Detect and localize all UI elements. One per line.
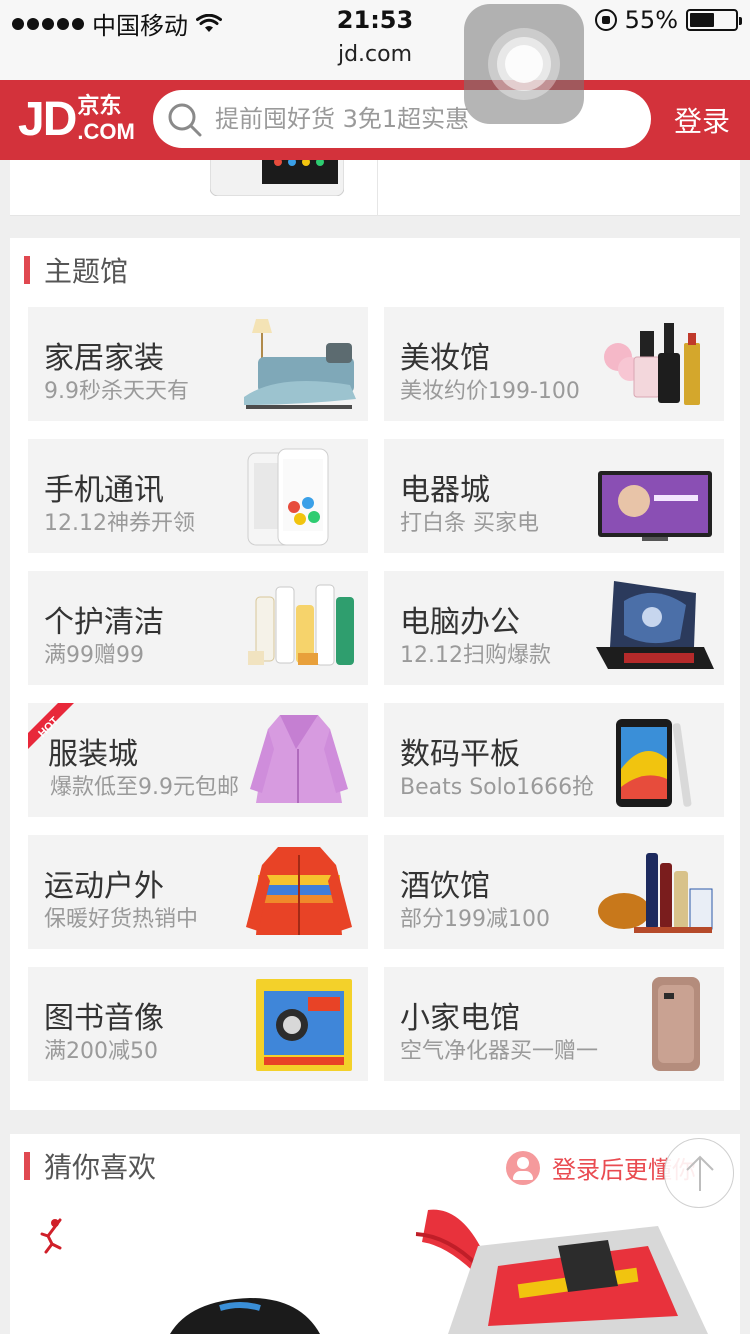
liquor-icon bbox=[598, 853, 713, 933]
theme-tile-beauty[interactable]: 美妆馆 美妆约价199-100 bbox=[384, 307, 724, 421]
tile-subtitle: 美妆约价199-100 bbox=[400, 379, 580, 404]
tile-title: 美妆馆 bbox=[400, 341, 490, 376]
theme-tile-small-appliances[interactable]: 小家电馆 空气净化器买一赠一 bbox=[384, 967, 724, 1081]
smartphone-icon bbox=[247, 448, 329, 546]
winged-shoe-product-image[interactable] bbox=[408, 1206, 728, 1334]
theme-tile-personal-care[interactable]: 个护清洁 满99赠99 bbox=[28, 571, 368, 685]
coat-icon bbox=[250, 715, 348, 803]
logo-text: JD bbox=[18, 93, 77, 146]
assistive-touch-button[interactable] bbox=[464, 4, 584, 124]
tile-subtitle: 满200减50 bbox=[44, 1039, 158, 1064]
theme-tile-clothing[interactable]: HOT 服装城 爆款低至9.9元包邮 bbox=[28, 703, 368, 817]
tile-subtitle: 爆款低至9.9元包邮 bbox=[50, 775, 239, 800]
site-header: JD 京东 .COM 登录 bbox=[0, 80, 750, 160]
down-jacket-icon bbox=[246, 847, 352, 935]
logo-chinese: 京东 bbox=[77, 94, 122, 119]
tile-subtitle: 满99赠99 bbox=[44, 643, 144, 668]
tile-title: 服装城 bbox=[48, 737, 138, 772]
tile-subtitle: 9.9秒杀天天有 bbox=[44, 379, 189, 404]
search-icon bbox=[168, 103, 202, 137]
guess-you-like-section: 猜你喜欢 登录后更懂你 bbox=[10, 1134, 740, 1334]
arrow-up-icon bbox=[686, 1155, 714, 1191]
section-title: 猜你喜欢 bbox=[24, 1148, 156, 1184]
tile-title: 电器城 bbox=[400, 473, 490, 508]
sneaker-product-image[interactable] bbox=[160, 1294, 330, 1334]
theme-tile-sports[interactable]: 运动户外 保暖好货热销中 bbox=[28, 835, 368, 949]
shampoo-icon bbox=[248, 584, 354, 666]
status-right: 55% bbox=[594, 6, 742, 34]
tile-title: 电脑办公 bbox=[400, 605, 520, 640]
tile-title: 数码平板 bbox=[400, 737, 520, 772]
section-title: 主题馆 bbox=[24, 252, 128, 288]
tile-title: 家居家装 bbox=[44, 341, 164, 376]
tile-subtitle: 保暖好货热销中 bbox=[44, 907, 199, 932]
guess-section-title: 猜你喜欢 bbox=[44, 1151, 157, 1184]
book-icon bbox=[256, 979, 352, 1071]
tile-title: 小家电馆 bbox=[400, 1001, 520, 1036]
address-bar-url[interactable]: jd.com bbox=[0, 42, 750, 67]
theme-tile-digital[interactable]: 数码平板 Beats Solo1666抢 bbox=[384, 703, 724, 817]
laptop-icon bbox=[596, 581, 714, 669]
tile-title: 个护清洁 bbox=[44, 605, 164, 640]
rotation-lock-icon bbox=[594, 9, 617, 31]
tile-title: 图书音像 bbox=[44, 1001, 164, 1036]
tile-title: 手机通讯 bbox=[44, 473, 164, 508]
title-accent-bar bbox=[24, 256, 30, 284]
back-to-top-button[interactable] bbox=[664, 1138, 734, 1208]
jordan-logo-icon bbox=[40, 1218, 62, 1254]
tile-subtitle: 打白条 买家电 bbox=[400, 511, 539, 536]
tile-title: 运动户外 bbox=[44, 869, 164, 904]
login-button[interactable]: 登录 bbox=[674, 100, 730, 140]
theme-tile-liquor[interactable]: 酒饮馆 部分199减100 bbox=[384, 835, 724, 949]
theme-tile-computer[interactable]: 电脑办公 12.12扫购爆款 bbox=[384, 571, 724, 685]
theme-section-title: 主题馆 bbox=[44, 255, 129, 288]
tile-subtitle: 部分199减100 bbox=[400, 907, 550, 932]
theme-tile-mobile[interactable]: 手机通讯 12.12神券开领 bbox=[28, 439, 368, 553]
tile-title: 酒饮馆 bbox=[400, 869, 490, 904]
cosmetics-icon bbox=[604, 323, 700, 405]
status-bar: 中国移动 21:53 jd.com 55% bbox=[0, 0, 750, 80]
air-purifier-icon bbox=[652, 977, 700, 1071]
battery-percent: 55% bbox=[624, 6, 678, 34]
theme-tile-books[interactable]: 图书音像 满200减50 bbox=[28, 967, 368, 1081]
tile-subtitle: Beats Solo1666抢 bbox=[400, 775, 595, 800]
television-icon bbox=[598, 471, 712, 541]
logo-domain: .COM bbox=[77, 119, 135, 144]
theme-tile-appliances[interactable]: 电器城 打白条 买家电 bbox=[384, 439, 724, 553]
title-accent-bar bbox=[24, 1152, 30, 1180]
tile-subtitle: 空气净化器买一赠一 bbox=[400, 1039, 599, 1064]
jd-logo[interactable]: JD 京东 .COM bbox=[18, 94, 135, 146]
theme-section: 主题馆 家居家装 9.9秒杀天天有 美妆馆 美妆约价199-100 手机通讯 1… bbox=[10, 238, 740, 1110]
tablet-icon bbox=[616, 719, 692, 807]
user-icon bbox=[506, 1150, 540, 1185]
bedding-icon bbox=[244, 319, 356, 409]
tile-subtitle: 12.12神券开领 bbox=[44, 511, 195, 536]
theme-tile-home[interactable]: 家居家装 9.9秒杀天天有 bbox=[28, 307, 368, 421]
battery-icon bbox=[686, 9, 742, 31]
tile-subtitle: 12.12扫购爆款 bbox=[400, 643, 551, 668]
